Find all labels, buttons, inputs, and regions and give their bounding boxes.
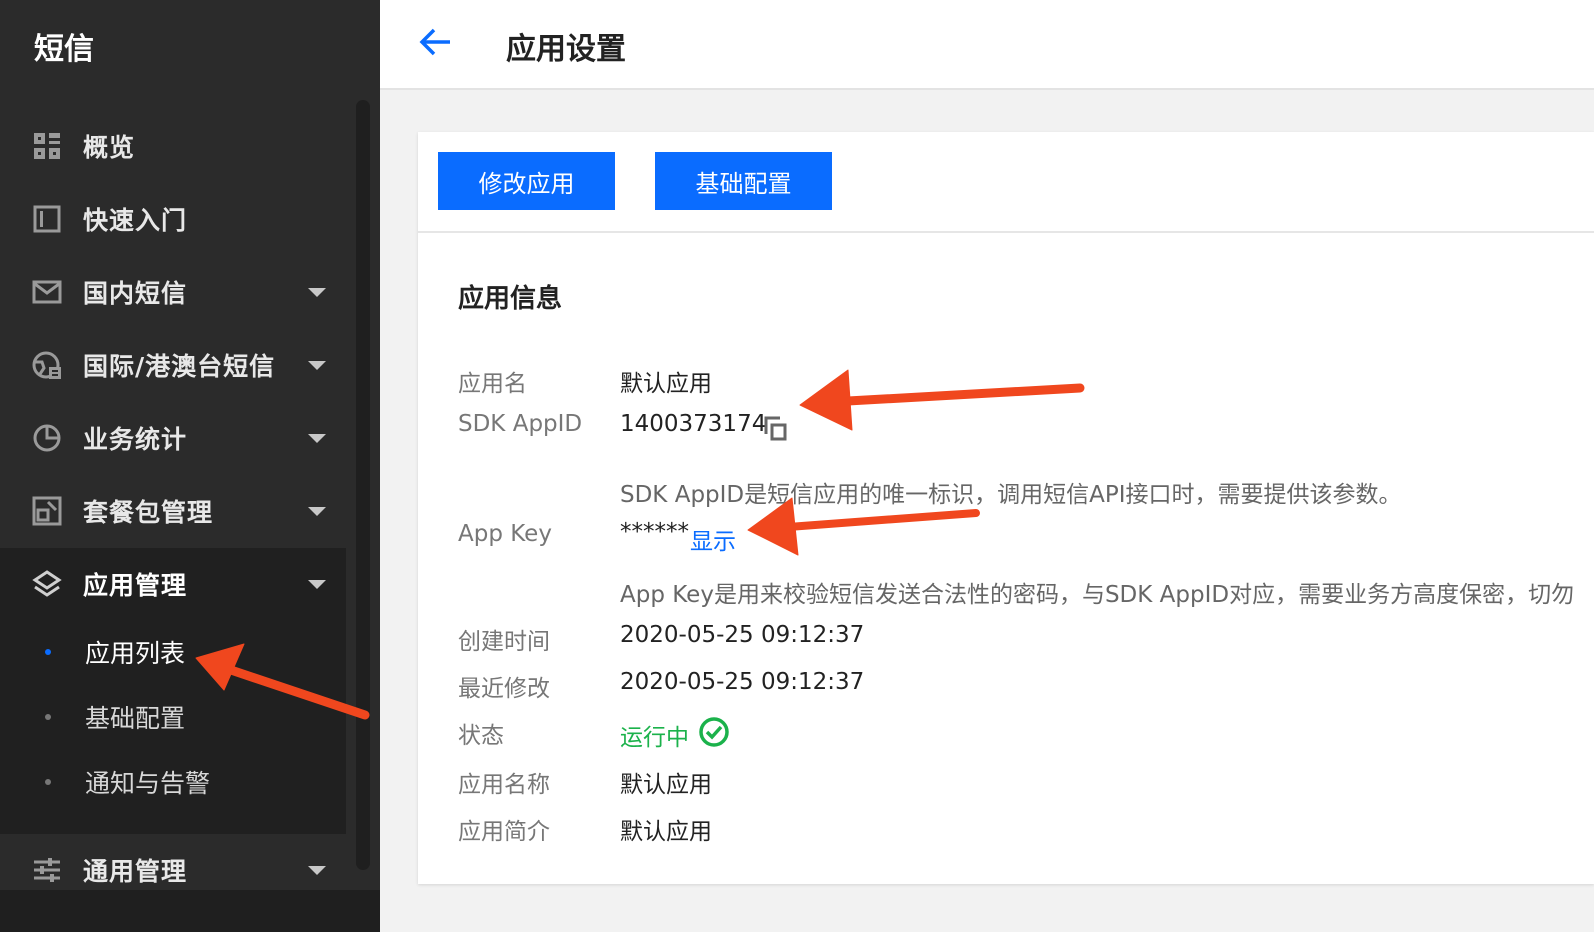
submenu-item-label: 通知与告警 <box>85 769 211 798</box>
chevron-down-icon <box>308 287 326 297</box>
app-key-hint: App Key是用来校验短信发送合法性的密码，与SDK AppID对应，需要业务… <box>620 582 1575 608</box>
submenu-item-app-list[interactable]: 应用列表 <box>0 624 346 680</box>
sidebar-item-app-management[interactable]: 应用管理 <box>0 556 346 612</box>
dot <box>45 714 51 720</box>
edit-app-button[interactable]: 修改应用 <box>438 152 615 210</box>
basic-config-button[interactable]: 基础配置 <box>655 152 832 210</box>
grid-icon <box>32 131 62 161</box>
mail-icon <box>32 277 62 307</box>
submenu-item-notifications[interactable]: 通知与告警 <box>0 754 346 810</box>
back-arrow-icon[interactable] <box>418 26 454 58</box>
status-value: 运行中 <box>620 725 689 751</box>
check-circle-icon <box>699 717 729 747</box>
app-key-value: ****** <box>620 519 689 545</box>
created-time-label: 创建时间 <box>458 629 550 655</box>
show-key-link[interactable]: 显示 <box>690 522 736 556</box>
chevron-down-icon <box>308 865 326 875</box>
active-dot <box>45 649 51 655</box>
sidebar-item-package[interactable]: 套餐包管理 <box>0 483 346 539</box>
book-icon <box>32 204 62 234</box>
page-title: 应用设置 <box>506 32 626 67</box>
sidebar-item-label: 概览 <box>83 133 136 162</box>
layers-icon <box>32 569 62 599</box>
pie-chart-icon <box>32 423 62 453</box>
submenu-item-label: 应用列表 <box>85 639 186 668</box>
submenu-item-label: 基础配置 <box>85 704 186 733</box>
sidebar-item-statistics[interactable]: 业务统计 <box>0 410 346 466</box>
chevron-down-icon <box>308 579 326 589</box>
created-time-value: 2020-05-25 09:12:37 <box>620 622 865 648</box>
chevron-down-icon <box>308 506 326 516</box>
sidebar-item-label: 国内短信 <box>83 279 188 308</box>
sidebar-item-general-management[interactable]: 通用管理 <box>0 842 346 898</box>
status-label: 状态 <box>458 723 504 749</box>
sidebar-item-label: 套餐包管理 <box>83 498 214 527</box>
sdk-appid-hint: SDK AppID是短信应用的唯一标识，调用短信API接口时，需要提供该参数。 <box>620 482 1402 508</box>
sidebar-item-label: 业务统计 <box>83 425 188 454</box>
dot <box>45 779 51 785</box>
sidebar-item-label: 应用管理 <box>83 571 188 600</box>
modified-time-value: 2020-05-25 09:12:37 <box>620 669 865 695</box>
app-key-label: App Key <box>458 521 552 547</box>
sliders-icon <box>32 855 62 885</box>
submenu-item-basic-config[interactable]: 基础配置 <box>0 689 346 745</box>
chevron-down-icon <box>308 360 326 370</box>
sdk-appid-label: SDK AppID <box>458 411 583 437</box>
sidebar: 短信 概览 快速入门 国内短信 国际/港澳台短信 业务统计 套餐包管理 应用管理… <box>0 0 380 932</box>
intro-label: 应用简介 <box>458 819 550 845</box>
full-name-value: 默认应用 <box>620 772 712 798</box>
chevron-down-icon <box>308 433 326 443</box>
sidebar-item-label: 国际/港澳台短信 <box>83 352 276 381</box>
divider <box>418 231 1594 233</box>
sidebar-item-label: 快速入门 <box>83 206 188 235</box>
sidebar-item-label: 通用管理 <box>83 857 188 886</box>
app-name-label: 应用名 <box>458 371 527 397</box>
modified-time-label: 最近修改 <box>458 676 550 702</box>
intro-value: 默认应用 <box>620 819 712 845</box>
globe-icon <box>32 350 62 380</box>
sdk-appid-value: 1400373174 <box>620 411 767 437</box>
sidebar-item-domestic-sms[interactable]: 国内短信 <box>0 264 346 320</box>
app-name-value: 默认应用 <box>620 371 712 397</box>
section-title: 应用信息 <box>458 284 563 314</box>
copy-icon[interactable] <box>764 416 788 442</box>
sidebar-item-international-sms[interactable]: 国际/港澳台短信 <box>0 337 346 393</box>
full-name-label: 应用名称 <box>458 772 550 798</box>
sidebar-item-overview[interactable]: 概览 <box>0 118 346 174</box>
sidebar-scrollbar[interactable] <box>356 100 370 870</box>
package-icon <box>32 496 62 526</box>
sidebar-title: 短信 <box>34 32 94 67</box>
sidebar-item-quickstart[interactable]: 快速入门 <box>0 191 346 247</box>
